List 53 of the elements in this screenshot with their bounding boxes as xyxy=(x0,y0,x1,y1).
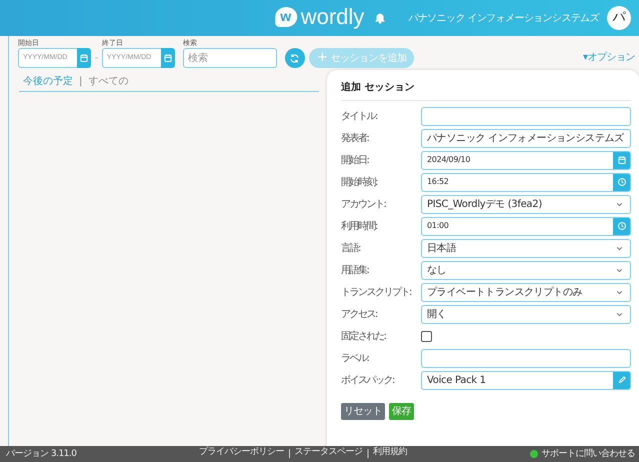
clock-icon xyxy=(616,221,626,231)
footer-separator: | xyxy=(366,448,370,461)
dropdown[interactable]: プライベートトランスクリプトのみ xyxy=(421,282,631,302)
time-field[interactable]: 16:52 xyxy=(421,172,631,192)
dropdown[interactable]: 開く xyxy=(421,304,631,324)
calendar-button[interactable] xyxy=(160,48,175,68)
date-separator: - xyxy=(95,52,98,64)
field-label: 開始日: xyxy=(341,154,370,168)
checkbox[interactable] xyxy=(421,330,432,342)
text-field[interactable] xyxy=(421,106,631,126)
footer-separator: | xyxy=(288,448,290,461)
field-label: アクセス: xyxy=(341,308,378,322)
field-label: 用語集: xyxy=(341,264,370,278)
user-avatar[interactable]: パ xyxy=(607,6,631,30)
field-label: ボイスパック: xyxy=(341,374,396,388)
dropdown[interactable]: なし xyxy=(421,260,631,280)
search-field[interactable]: 検索 xyxy=(182,48,277,68)
voice-pack-field[interactable]: Voice Pack 1 xyxy=(421,370,631,390)
plus-icon: + xyxy=(316,50,328,66)
footer-link[interactable]: 利用規約 xyxy=(373,446,408,462)
logo: wordly xyxy=(300,5,364,29)
reset-button[interactable]: リセット xyxy=(341,403,385,420)
field-label: ラベル: xyxy=(341,352,370,366)
footer-link[interactable]: プライバシーポリシー xyxy=(198,446,284,462)
form-title: 追加 セッション xyxy=(341,76,631,101)
field-label: 固定された: xyxy=(341,330,387,344)
refresh-icon xyxy=(289,52,300,64)
footer-link[interactable]: ステータスページ xyxy=(294,446,362,462)
field-label: 発表者: xyxy=(341,132,370,146)
field-label: タイトル: xyxy=(341,110,378,124)
text-field[interactable] xyxy=(421,348,631,368)
date-field[interactable]: 2024/09/10 xyxy=(421,150,631,170)
refresh-button[interactable] xyxy=(284,48,305,68)
field-label: 利用時間: xyxy=(341,220,378,234)
pencil-icon xyxy=(616,375,626,385)
bell-icon xyxy=(374,12,386,24)
dropdown[interactable]: PISC_Wordlyデモ (3fea2) xyxy=(421,194,631,214)
logo-icon: w xyxy=(274,7,297,27)
support-link[interactable]: サポートに問い合わせる xyxy=(530,446,635,462)
version-text: バージョン 3.11.0 xyxy=(6,448,76,461)
field-label: トランスクリプト: xyxy=(341,286,412,300)
field-label: アカウント: xyxy=(341,198,387,212)
dropdown[interactable]: 日本語 xyxy=(421,238,631,258)
field-label: 言語: xyxy=(341,242,362,256)
calendar-icon xyxy=(616,155,626,165)
field-label: 開始時刻: xyxy=(341,176,378,190)
calendar-icon xyxy=(79,53,89,63)
tab-separator: | xyxy=(79,75,82,89)
clock-icon xyxy=(616,177,626,187)
time-field[interactable]: 01:00 xyxy=(421,216,631,236)
calendar-icon xyxy=(162,53,173,63)
calendar-button[interactable] xyxy=(77,48,91,68)
text-field[interactable]: パナソニック インフォメーションシステムズ xyxy=(421,128,631,148)
